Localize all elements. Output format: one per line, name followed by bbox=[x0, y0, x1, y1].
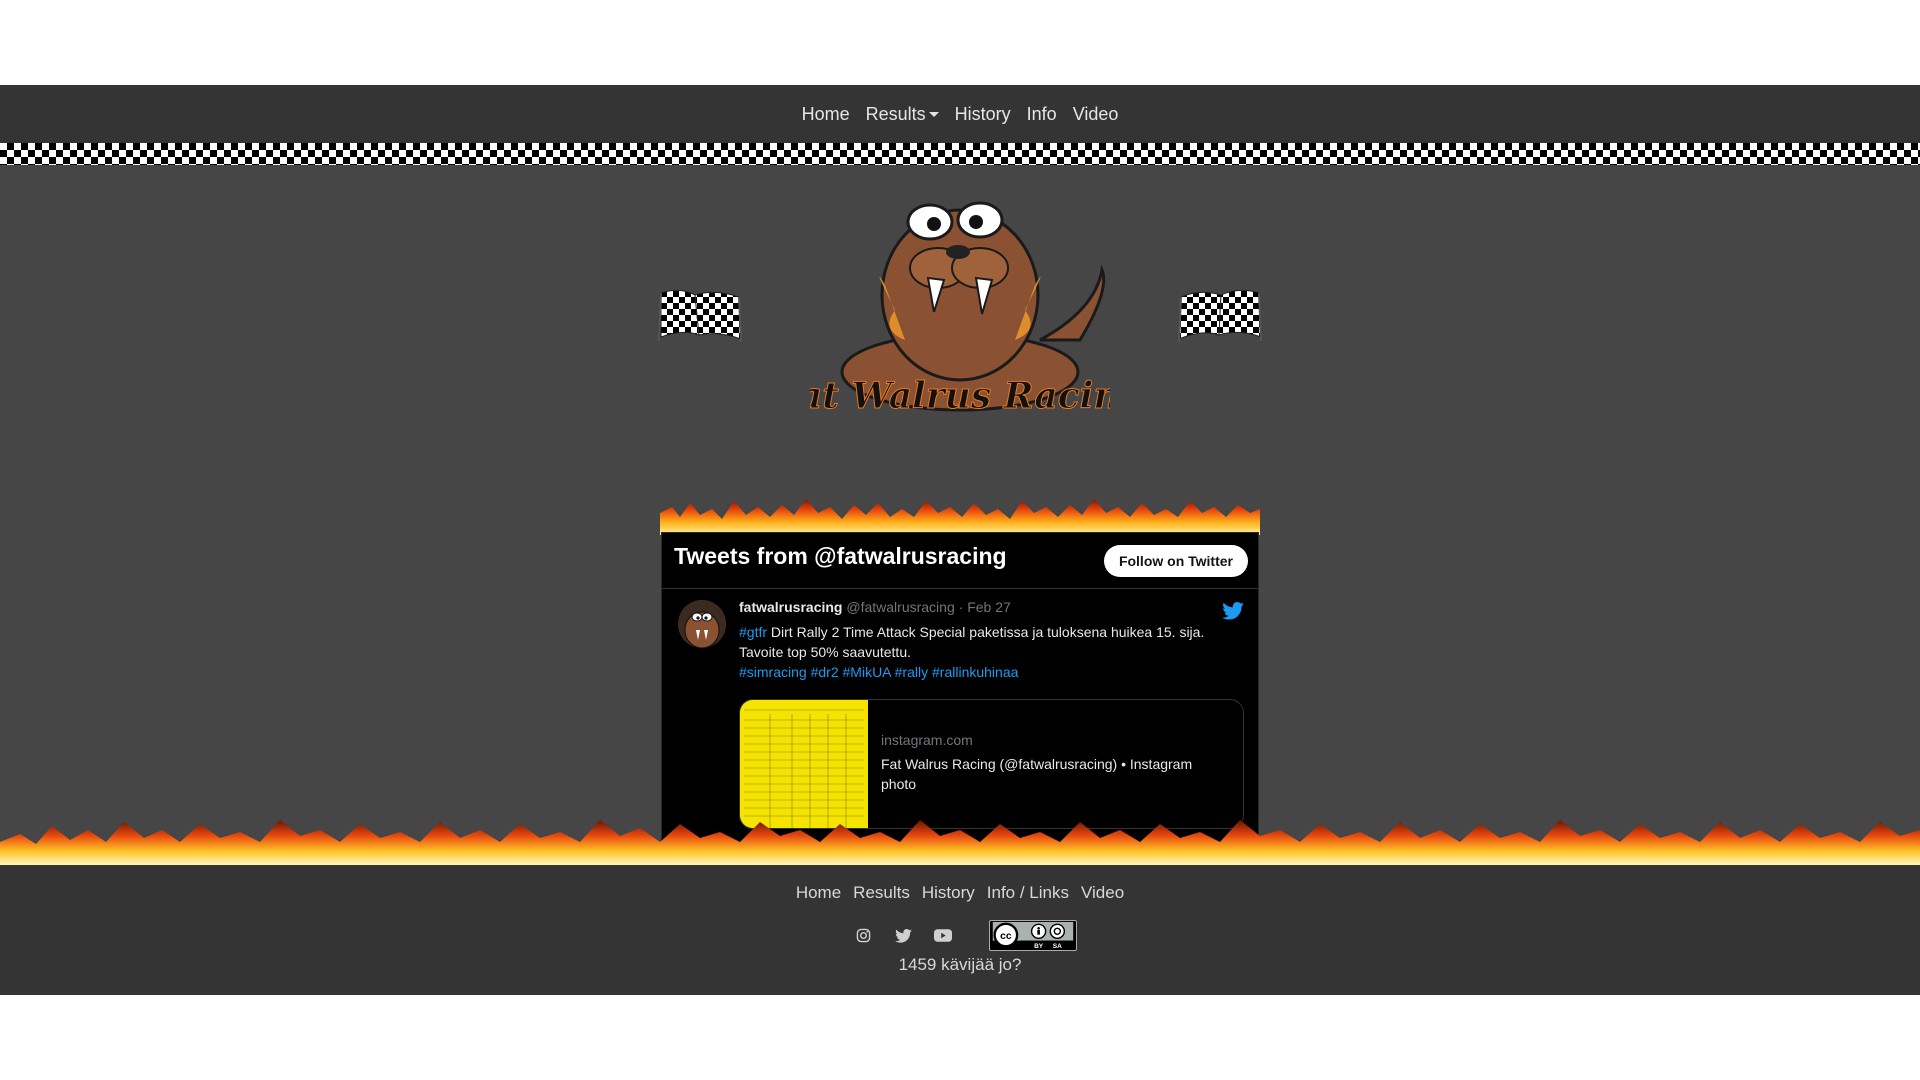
visitor-counter: 1459 kävijää jo? bbox=[898, 955, 1022, 974]
tweet-date[interactable]: Feb 27 bbox=[967, 599, 1011, 615]
hashtag-link[interactable]: #dr2 bbox=[811, 664, 839, 680]
svg-text:BY: BY bbox=[1034, 943, 1044, 950]
follow-button[interactable]: Follow on Twitter bbox=[1103, 545, 1248, 577]
youtube-icon[interactable] bbox=[932, 925, 954, 947]
hashtag-link[interactable]: #simracing bbox=[739, 664, 807, 680]
nav-results-dropdown[interactable]: Results bbox=[858, 104, 947, 125]
footer: Home Results History Info / Links Video bbox=[0, 865, 1920, 995]
tweet-text: #gtfr Dirt Rally 2 Time Attack Special p… bbox=[739, 622, 1244, 682]
footer-nav: Home Results History Info / Links Video bbox=[0, 883, 1920, 903]
nav-history[interactable]: History bbox=[947, 104, 1019, 125]
social-icons: cc BY SA bbox=[0, 920, 1920, 951]
svg-text:cc: cc bbox=[1000, 931, 1012, 942]
twitter-header: Tweets from @fatwalrusracing Follow on T… bbox=[662, 533, 1258, 589]
twitter-icon[interactable] bbox=[892, 925, 914, 947]
footer-link-info[interactable]: Info / Links bbox=[981, 883, 1075, 903]
checkered-divider bbox=[0, 143, 1920, 165]
walrus-logo: Fat Walrus Racing bbox=[810, 201, 1110, 418]
nav-home[interactable]: Home bbox=[794, 104, 858, 125]
twitter-bird-icon[interactable] bbox=[1222, 602, 1244, 620]
link-preview-card[interactable]: instagram.com Fat Walrus Racing (@fatwal… bbox=[739, 699, 1244, 829]
card-title: Fat Walrus Racing (@fatwalrusracing) • I… bbox=[881, 756, 1193, 792]
nav-video[interactable]: Video bbox=[1065, 104, 1127, 125]
card-domain: instagram.com bbox=[881, 732, 973, 748]
cc-by-sa-badge[interactable]: cc BY SA bbox=[989, 920, 1077, 951]
top-navbar: Home Results History Info Video bbox=[0, 85, 1920, 143]
fire-border-top bbox=[660, 499, 1260, 535]
tweet-separator: · bbox=[958, 599, 964, 615]
fire-border-bottom bbox=[0, 820, 1920, 865]
footer-link-results[interactable]: Results bbox=[847, 883, 916, 903]
tweet-meta: fatwalrusracing @fatwalrusracing · Feb 2… bbox=[739, 599, 1011, 615]
checkered-flag-icon bbox=[1178, 289, 1262, 343]
checkered-flag-icon bbox=[658, 289, 742, 343]
nav-info[interactable]: Info bbox=[1019, 104, 1065, 125]
instagram-icon[interactable] bbox=[852, 925, 874, 947]
footer-link-history[interactable]: History bbox=[916, 883, 981, 903]
hashtag-link[interactable]: #MikUA bbox=[843, 664, 891, 680]
hashtag-link[interactable]: #gtfr bbox=[739, 624, 767, 640]
footer-link-home[interactable]: Home bbox=[790, 883, 847, 903]
walrus-avatar-icon bbox=[678, 600, 726, 648]
tweet-author-handle[interactable]: @fatwalrusracing bbox=[846, 599, 954, 615]
hashtag-link[interactable]: #rallinkuhinaa bbox=[932, 664, 1018, 680]
svg-text:SA: SA bbox=[1053, 943, 1062, 950]
nav-results-label: Results bbox=[865, 103, 926, 124]
avatar[interactable] bbox=[678, 600, 726, 648]
footer-link-video[interactable]: Video bbox=[1075, 883, 1130, 903]
hashtag-link[interactable]: #rally bbox=[895, 664, 928, 680]
caret-down-icon bbox=[928, 112, 939, 118]
results-table-thumbnail bbox=[740, 700, 868, 828]
creative-commons-icon: cc BY SA bbox=[991, 921, 1075, 950]
logo-text: Fat Walrus Racing bbox=[810, 375, 1110, 417]
main-content: Fat Walrus Racing bbox=[0, 165, 1920, 865]
page: Home Results History Info Video t Walrus… bbox=[0, 0, 1920, 1080]
tweet-body: Dirt Rally 2 Time Attack Special paketis… bbox=[739, 624, 1205, 660]
tweet-author-name[interactable]: fatwalrusracing bbox=[739, 599, 842, 615]
twitter-title: Tweets from @fatwalrusracing bbox=[674, 543, 1007, 569]
twitter-widget: Tweets from @fatwalrusracing Follow on T… bbox=[660, 495, 1260, 865]
